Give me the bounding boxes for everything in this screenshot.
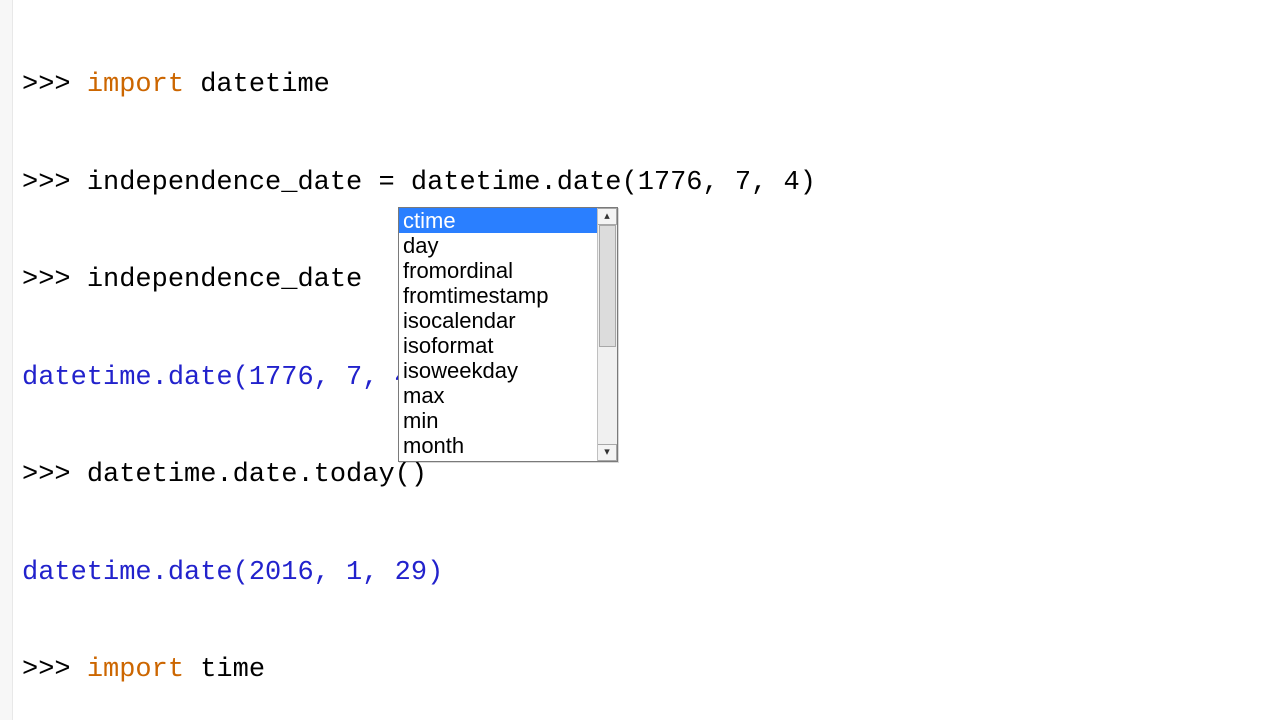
scroll-down-button[interactable]: ▾ (598, 444, 617, 461)
autocomplete-item[interactable]: month (399, 433, 597, 458)
autocomplete-item[interactable]: day (399, 233, 597, 258)
code-line: >>> import datetime (22, 69, 1280, 102)
scroll-thumb[interactable] (599, 225, 616, 347)
keyword-import: import (87, 70, 184, 100)
autocomplete-item[interactable]: isocalendar (399, 308, 597, 333)
scroll-up-button[interactable]: ▴ (598, 208, 617, 225)
autocomplete-item[interactable]: ctime (399, 208, 597, 233)
code-line: >>> independence_date = datetime.date(17… (22, 167, 1280, 200)
autocomplete-item[interactable]: fromordinal (399, 258, 597, 283)
autocomplete-item[interactable]: max (399, 383, 597, 408)
output-line: datetime.date(1776, 7, 4) (22, 362, 1280, 395)
code-line: >>> datetime.date.today() (22, 459, 1280, 492)
autocomplete-list[interactable]: ctimedayfromordinalfromtimestampisocalen… (399, 208, 597, 461)
autocomplete-popup[interactable]: ctimedayfromordinalfromtimestampisocalen… (398, 207, 618, 462)
scroll-track[interactable] (598, 225, 617, 444)
autocomplete-item[interactable]: isoweekday (399, 358, 597, 383)
output-line: datetime.date(2016, 1, 29) (22, 557, 1280, 590)
code-line: >>> independence_date (22, 264, 1280, 297)
autocomplete-item[interactable]: isoformat (399, 333, 597, 358)
prompt: >>> (22, 70, 87, 100)
autocomplete-item[interactable]: min (399, 408, 597, 433)
autocomplete-scrollbar[interactable]: ▴ ▾ (597, 208, 617, 461)
code-line: >>> import time (22, 654, 1280, 687)
python-shell-editor[interactable]: >>> import datetime >>> independence_dat… (0, 0, 1280, 720)
autocomplete-item[interactable]: fromtimestamp (399, 283, 597, 308)
